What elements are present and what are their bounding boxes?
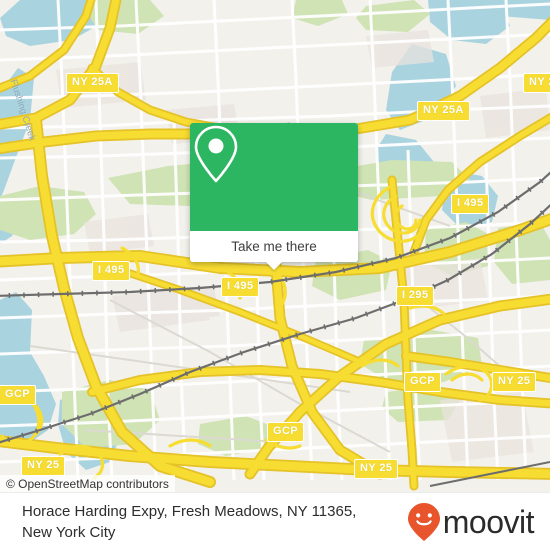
road-shield: I 295 <box>396 286 435 306</box>
road-shield: NY 25 <box>492 372 537 392</box>
road-shield: NY 2 <box>523 73 550 93</box>
road-shield: I 495 <box>451 194 490 214</box>
road-shield: NY 25 <box>354 459 399 479</box>
moovit-smile-pin-icon <box>407 502 440 541</box>
road-shield: I 495 <box>92 261 131 281</box>
take-me-there-label: Take me there <box>231 239 317 254</box>
road-shield: NY 25A <box>417 101 470 121</box>
address-text: Horace Harding Expy, Fresh Meadows, NY 1… <box>0 501 407 543</box>
card-header <box>190 123 358 231</box>
card-footer[interactable]: Take me there <box>190 231 358 270</box>
road-shield: I 495 <box>221 277 260 297</box>
address-line-1: Horace Harding Expy, Fresh Meadows, NY 1… <box>22 502 357 520</box>
location-callout-card[interactable]: Take me there <box>190 123 358 270</box>
address-line-2: New York City <box>22 523 116 541</box>
road-shield: NY 25A <box>66 73 119 93</box>
map-canvas[interactable]: Flushing Creek NY 25ANY 25ANY 2I 495I 49… <box>0 0 550 492</box>
footer-bar: Horace Harding Expy, Fresh Meadows, NY 1… <box>0 492 550 550</box>
map-pin-icon <box>194 125 238 183</box>
road-shield: GCP <box>267 422 305 442</box>
road-shield: GCP <box>0 385 37 405</box>
moovit-logo[interactable]: moovit <box>407 502 550 542</box>
osm-attribution[interactable]: © OpenStreetMap contributors <box>0 475 175 492</box>
map-screenshot: Flushing Creek NY 25ANY 25ANY 2I 495I 49… <box>0 0 550 550</box>
road-shield: NY 25 <box>21 456 66 476</box>
road-shield: GCP <box>404 372 442 392</box>
moovit-wordmark: moovit <box>442 503 535 540</box>
callout-pointer <box>265 261 283 270</box>
